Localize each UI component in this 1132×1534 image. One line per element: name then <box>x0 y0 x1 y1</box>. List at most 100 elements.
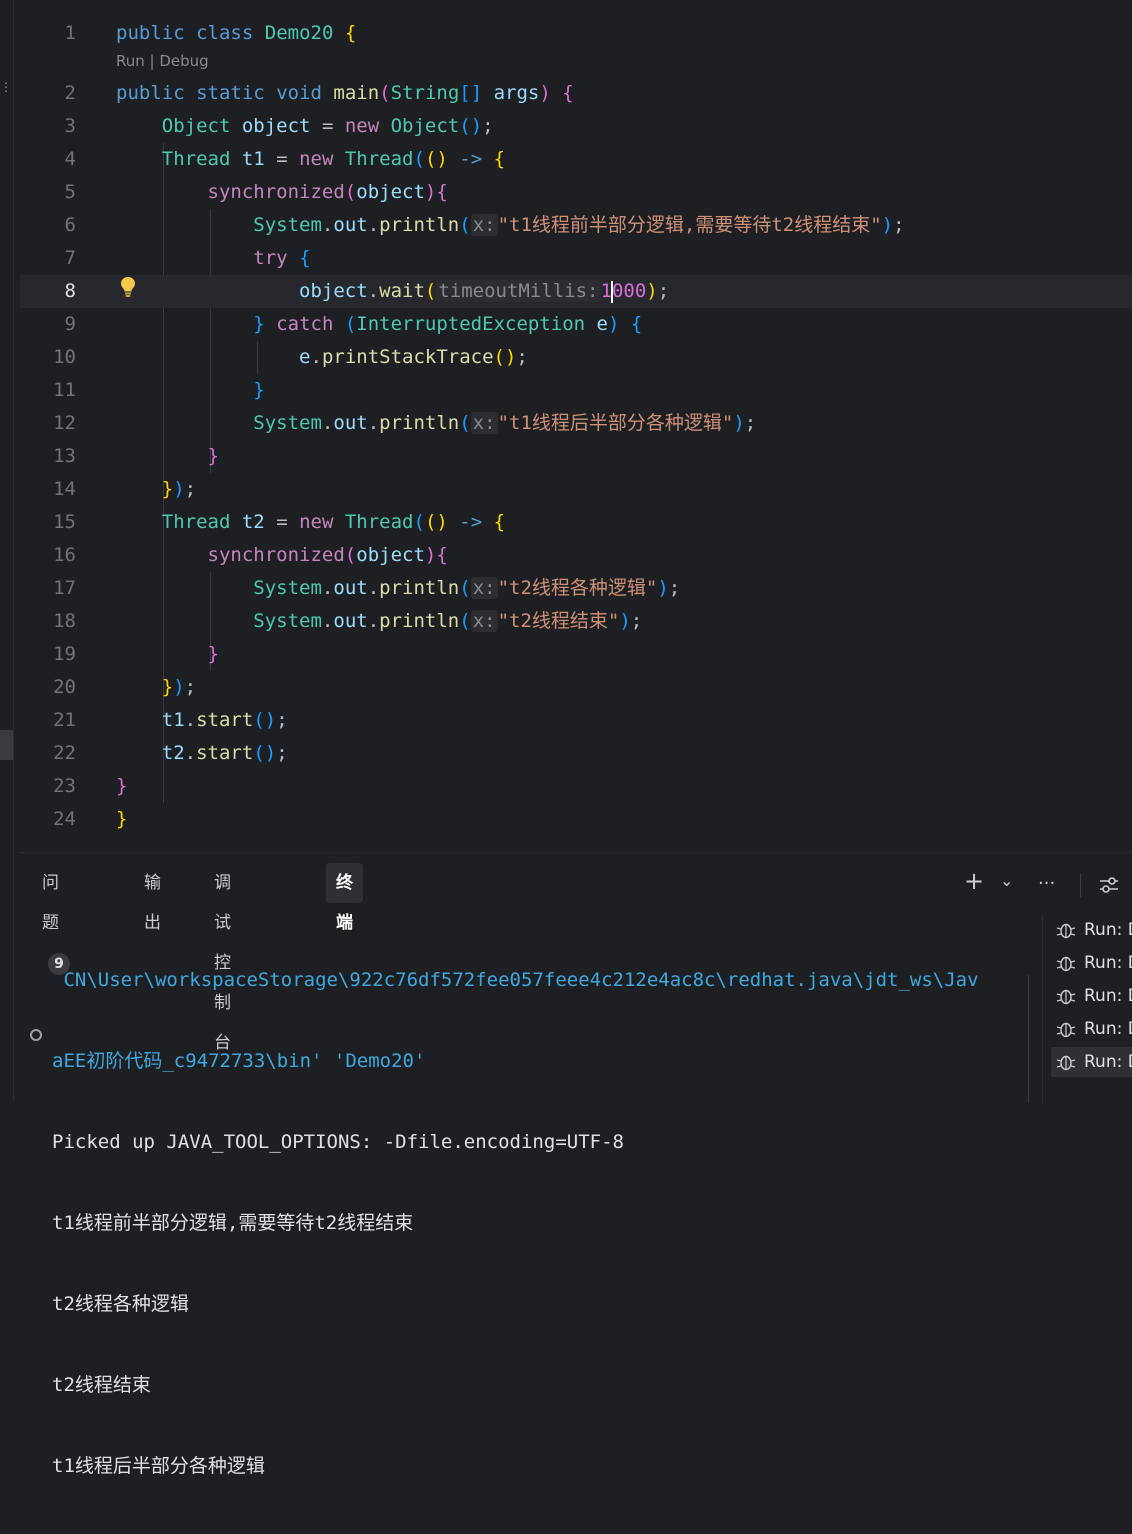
lightbulb-icon[interactable] <box>120 276 136 298</box>
add-terminal-icon[interactable]: + <box>964 867 984 895</box>
line-number: 12 <box>53 412 76 434</box>
code-text: public static void main(String[] args) { <box>116 82 574 104</box>
parameter-hint: x: <box>470 214 498 236</box>
terminal-line: t1线程前半部分逻辑,需要等待t2线程结束 <box>52 1212 414 1234</box>
line-number: 21 <box>53 709 76 731</box>
code-text: t1.start(); <box>161 709 288 731</box>
code-line: 11 } <box>20 374 1132 407</box>
code-text: synchronized(object){ <box>207 544 448 566</box>
code-line: 13 } <box>20 440 1132 473</box>
line-number: 5 <box>64 181 76 203</box>
code-line: 9 } catch (InterruptedException e) { <box>20 308 1132 341</box>
code-line: 4 Thread t1 = new Thread(() -> { <box>20 143 1132 176</box>
activity-strip: ⋮ <box>0 0 14 1102</box>
line-number: 14 <box>53 478 76 500</box>
code-lens-run-debug[interactable]: Run | Debug <box>116 52 209 70</box>
debug-bug-icon <box>1056 956 1076 972</box>
debug-bug-icon <box>1056 1022 1076 1038</box>
line-number: 1 <box>64 22 76 44</box>
code-text: Thread t2 = new Thread(() -> { <box>161 511 506 533</box>
code-line: 17 System.out.println(x: "t2线程各种逻辑"); <box>20 572 1132 605</box>
settings-sliders-icon[interactable] <box>1098 875 1120 895</box>
code-text: System.out.println(x: "t1线程后半部分各种逻辑"); <box>253 412 757 434</box>
code-text: }); <box>161 478 197 500</box>
code-line: 1 public class Demo20 { <box>20 17 1132 50</box>
terminal-session-item[interactable]: Run: D <box>1051 1014 1132 1044</box>
code-text: }); <box>161 676 197 698</box>
tab-terminal[interactable]: 终端 <box>326 863 363 933</box>
code-line: 18 System.out.println(x: "t2线程结束"); <box>20 605 1132 638</box>
line-number: 24 <box>53 808 76 830</box>
code-line: 20 }); <box>20 671 1132 704</box>
code-line: 7 try { <box>20 242 1132 275</box>
terminal-session-item-active[interactable]: Run: D <box>1051 1047 1132 1077</box>
code-text: } catch (InterruptedException e) { <box>253 313 643 335</box>
line-number: 23 <box>53 775 76 797</box>
tab-problems[interactable]: 问题9 <box>32 863 80 975</box>
code-text: System.out.println(x: "t2线程各种逻辑"); <box>253 577 681 599</box>
line-number: 3 <box>64 115 76 137</box>
code-line: 3 Object object = new Object(); <box>20 110 1132 143</box>
terminal-line: t2线程各种逻辑 <box>52 1293 189 1315</box>
line-number: 16 <box>53 544 76 566</box>
terminal-session-item[interactable]: Run: D <box>1051 948 1132 978</box>
code-line: 14 }); <box>20 473 1132 506</box>
debug-bug-icon <box>1056 1055 1076 1071</box>
line-number: 10 <box>53 346 76 368</box>
line-number: 6 <box>64 214 76 236</box>
code-line: 19 } <box>20 638 1132 671</box>
parameter-hint: x: <box>470 610 498 632</box>
code-line: 6 System.out.println(x: "t1线程前半部分逻辑,需要等待t… <box>20 209 1132 242</box>
terminal-scrollbar[interactable] <box>1028 975 1039 1103</box>
code-text: } <box>207 445 219 467</box>
line-number: 4 <box>64 148 76 170</box>
code-text: e.printStackTrace(); <box>299 346 528 368</box>
terminal-session-item[interactable]: Run: D <box>1051 915 1132 945</box>
code-text: synchronized(object){ <box>207 181 448 203</box>
line-number: 8 <box>64 280 76 302</box>
parameter-hint: x: <box>470 577 498 599</box>
terminal-line: CN\User\workspaceStorage\922c76df572fee0… <box>52 969 979 991</box>
session-label: Run: D <box>1084 953 1132 973</box>
code-text: } <box>253 379 265 401</box>
chevron-down-icon[interactable]: ⌄ <box>1000 871 1013 890</box>
code-text: } <box>116 808 128 830</box>
code-text: } <box>116 775 128 797</box>
bottom-panel: 问题9 输出 调试控制台 终端 + ⌄ ··· CN\User\workspac… <box>20 852 1132 1477</box>
code-text: Thread t1 = new Thread(() -> { <box>161 148 506 170</box>
strip-selection <box>0 730 13 760</box>
debug-bug-icon <box>1056 923 1076 939</box>
more-icon[interactable]: ⋮ <box>0 80 12 94</box>
terminal-output[interactable]: CN\User\workspaceStorage\922c76df572fee0… <box>52 913 1032 1534</box>
command-decoration-icon[interactable] <box>30 1029 42 1041</box>
line-number: 11 <box>53 379 76 401</box>
code-line: 2 public static void main(String[] args)… <box>20 77 1132 110</box>
code-text: public class Demo20 { <box>116 22 357 44</box>
line-number: 7 <box>64 247 76 269</box>
more-actions-icon[interactable]: ··· <box>1038 873 1055 894</box>
line-number: 20 <box>53 676 76 698</box>
line-number: 9 <box>64 313 76 335</box>
code-line: 16 synchronized(object){ <box>20 539 1132 572</box>
terminal-session-item[interactable]: Run: D <box>1051 981 1132 1011</box>
line-number: 13 <box>53 445 76 467</box>
code-text: object.wait(timeoutMillis: 1000); <box>299 280 670 303</box>
session-label: Run: D <box>1084 1052 1132 1072</box>
parameter-hint: x: <box>470 412 498 434</box>
line-number: 17 <box>53 577 76 599</box>
code-text: System.out.println(x: "t1线程前半部分逻辑,需要等待t2线… <box>253 214 905 236</box>
session-label: Run: D <box>1084 920 1132 940</box>
code-text: } <box>207 643 219 665</box>
toolbar-divider <box>1080 873 1081 897</box>
session-label: Run: D <box>1084 986 1132 1006</box>
code-text: Object object = new Object(); <box>161 115 494 137</box>
line-number: 22 <box>53 742 76 764</box>
code-line: 12 System.out.println(x: "t1线程后半部分各种逻辑"); <box>20 407 1132 440</box>
tab-debug-console[interactable]: 调试控制台 <box>204 863 241 1053</box>
terminal-line: aEE初阶代码_c9472733\bin' 'Demo20' <box>52 1050 426 1072</box>
code-line: 23 } <box>20 770 1132 803</box>
tab-output[interactable]: 输出 <box>134 863 171 933</box>
code-text: try { <box>253 247 311 269</box>
code-line: 5 synchronized(object){ <box>20 176 1132 209</box>
code-editor[interactable]: 1 public class Demo20 { Run | Debug 2 pu… <box>20 0 1132 845</box>
